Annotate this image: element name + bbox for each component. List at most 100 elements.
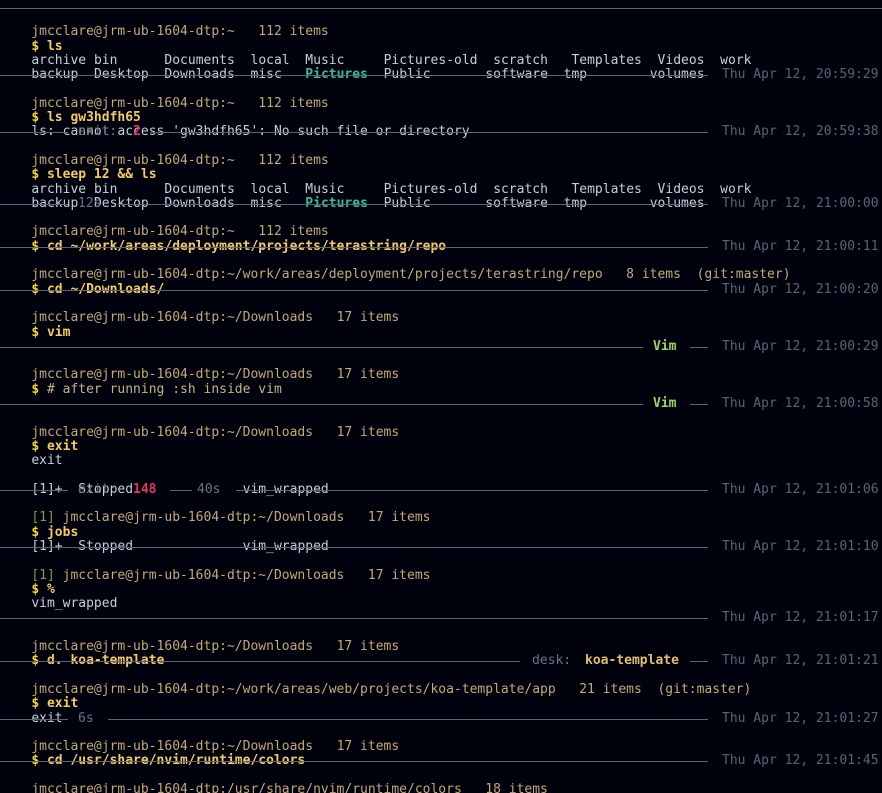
separator-timestamp: Thu Apr 12, 21:01:10	[722, 538, 879, 554]
separator-rule: Thu Apr 12, 21:01:10	[0, 538, 882, 554]
output-line: exit	[0, 697, 882, 725]
rule-line	[0, 8, 882, 9]
separator-rule: desk: koa-template Thu Apr 12, 21:01:21	[0, 654, 882, 668]
rule-line	[0, 132, 68, 134]
prompt-line: jmcclare@jrm-ub-1604-dtp:/usr/share/nvim…	[0, 769, 882, 793]
separator-timestamp: Thu Apr 12, 20:59:38	[722, 124, 879, 140]
ls-output-row: archive bin Documents local Music Pictur…	[0, 168, 882, 196]
terminal-window[interactable]: jmcclare@jrm-ub-1604-dtp:~ 112 items $ l…	[0, 0, 882, 793]
command-line[interactable]: $ d. koa-template	[0, 640, 882, 668]
prompt-line: jmcclare@jrm-ub-1604-dtp:~ 112 items	[0, 82, 882, 110]
rule-line	[0, 618, 708, 620]
prompt-line: [1] jmcclare@jrm-ub-1604-dtp:~/Downloads…	[0, 497, 882, 525]
prompt-line: jmcclare@jrm-ub-1604-dtp:~ 112 items	[0, 211, 882, 239]
separator-timestamp: Thu Apr 12, 21:00:11	[722, 238, 879, 254]
exit-code: 148	[133, 481, 157, 497]
prompt-line: jmcclare@jrm-ub-1604-dtp:~ 112 items	[0, 140, 882, 167]
separator-rule: exit: 148 40s Thu Apr 12, 21:01:06	[0, 481, 882, 497]
command-line[interactable]: $ # after running :sh inside vim	[0, 368, 882, 396]
prompt-line: jmcclare@jrm-ub-1604-dtp:~/Downloads 17 …	[0, 354, 882, 382]
separator-rule: Thu Apr 12, 21:01:45	[0, 754, 882, 768]
rule-line	[690, 661, 708, 663]
separator-timestamp: Thu Apr 12, 21:01:17	[722, 610, 879, 626]
separator-timestamp: Thu Apr 12, 21:01:45	[722, 753, 879, 769]
separator-timestamp: Thu Apr 12, 21:00:58	[722, 396, 879, 412]
separator-timestamp: Thu Apr 12, 21:01:21	[722, 653, 879, 669]
job-status-line: [1]+ Stopped vim_wrapped	[0, 469, 882, 496]
exit-label: exit:	[78, 124, 118, 140]
command-line[interactable]: $ exit	[0, 683, 882, 711]
rule-line	[0, 718, 68, 720]
output-line: vim_wrapped	[0, 583, 882, 611]
prompt-line: jmcclare@jrm-ub-1604-dtp:~/Downloads 17 …	[0, 297, 882, 325]
rule-line	[118, 203, 708, 205]
prompt-line: jmcclare@jrm-ub-1604-dtp:~/Downloads 17 …	[0, 626, 882, 653]
command-line[interactable]: $ %	[0, 569, 882, 596]
separator-rule: 6s Thu Apr 12, 21:01:27	[0, 710, 882, 726]
ls-output-row: backup Desktop Downloads misc Pictures P…	[0, 183, 882, 210]
command-line[interactable]: $ sleep 12 && ls	[0, 154, 882, 182]
separator-timestamp: Thu Apr 12, 21:01:27	[722, 710, 879, 726]
rule-line	[0, 546, 708, 548]
separator-rule: Vim Thu Apr 12, 21:00:29	[0, 338, 882, 354]
rule-line	[0, 203, 68, 205]
separator-rule: 12s Thu Apr 12, 21:00:00	[0, 195, 882, 211]
desk-name: koa-template	[585, 653, 679, 669]
prompt-line: jmcclare@jrm-ub-1604-dtp:~/work/areas/we…	[0, 669, 882, 696]
exit-code: 2	[133, 124, 141, 140]
rule-line	[0, 289, 708, 291]
separator-timestamp: Thu Apr 12, 21:00:29	[722, 338, 879, 354]
output-line: exit	[0, 440, 882, 468]
rule-line	[0, 75, 708, 77]
rule-line	[0, 246, 708, 248]
separator-app-label: Vim	[653, 338, 677, 354]
ls-output-row: archive bin Documents local Music Pictur…	[0, 40, 882, 67]
separator-rule: Thu Apr 12, 20:59:29	[0, 67, 882, 83]
command-line[interactable]: $ jobs	[0, 511, 882, 539]
rule-line	[108, 718, 708, 720]
rule-line	[0, 661, 520, 663]
rule-line	[236, 489, 708, 491]
rule-line	[170, 489, 192, 491]
command-line[interactable]: $ cd ~/Downloads/	[0, 268, 882, 296]
rule-line	[0, 404, 643, 406]
command-line[interactable]: $ cd ~/work/areas/deployment/projects/te…	[0, 225, 882, 253]
ls-output-row: backup Desktop Downloads misc Pictures P…	[0, 54, 882, 82]
separator-rule	[0, 0, 882, 11]
active-command-line[interactable]: $ cd ~/scratch	[0, 783, 882, 793]
rule-line	[0, 346, 643, 348]
command-line[interactable]: $ ls gw3hdfh65	[0, 97, 882, 124]
rule-line	[690, 346, 708, 348]
command-line[interactable]: $ cd /usr/share/nvim/runtime/colors	[0, 740, 882, 768]
prompt-line: [1] jmcclare@jrm-ub-1604-dtp:~/Downloads…	[0, 554, 882, 582]
separator-rule: exit: 2 Thu Apr 12, 20:59:38	[0, 125, 882, 139]
separator-rule: Thu Apr 12, 21:00:11	[0, 238, 882, 254]
separator-app-label: Vim	[653, 396, 677, 412]
rule-line	[150, 132, 708, 134]
desk-label: desk:	[532, 653, 572, 669]
command-line[interactable]: $ ls	[0, 25, 882, 53]
separator-duration: 12s	[78, 195, 102, 211]
command-line[interactable]: $ exit	[0, 426, 882, 453]
rule-line	[690, 404, 708, 406]
prompt-line: jmcclare@jrm-ub-1604-dtp:~/Downloads 17 …	[0, 726, 882, 753]
separator-timestamp: Thu Apr 12, 21:00:00	[722, 195, 879, 211]
separator-rule: Thu Apr 12, 21:01:17	[0, 611, 882, 625]
separator-rule: Thu Apr 12, 21:00:20	[0, 281, 882, 297]
command-line[interactable]: $ vim	[0, 311, 882, 339]
job-status-line: [1]+ Stopped vim_wrapped	[0, 526, 882, 553]
separator-duration: 6s	[78, 710, 94, 726]
stderr-line: ls: cannot access 'gw3hdfh65': No such f…	[0, 111, 882, 139]
prompt-line: jmcclare@jrm-ub-1604-dtp:~/Downloads 17 …	[0, 411, 882, 439]
rule-line	[0, 489, 68, 491]
separator-timestamp: Thu Apr 12, 21:01:06	[722, 481, 879, 497]
separator-timestamp: Thu Apr 12, 21:00:20	[722, 281, 879, 297]
exit-label: exit:	[78, 481, 118, 497]
prompt-line: jmcclare@jrm-ub-1604-dtp:~ 112 items	[0, 11, 882, 39]
prompt-line: jmcclare@jrm-ub-1604-dtp:~/work/areas/de…	[0, 254, 882, 282]
separator-timestamp: Thu Apr 12, 20:59:29	[722, 67, 879, 83]
